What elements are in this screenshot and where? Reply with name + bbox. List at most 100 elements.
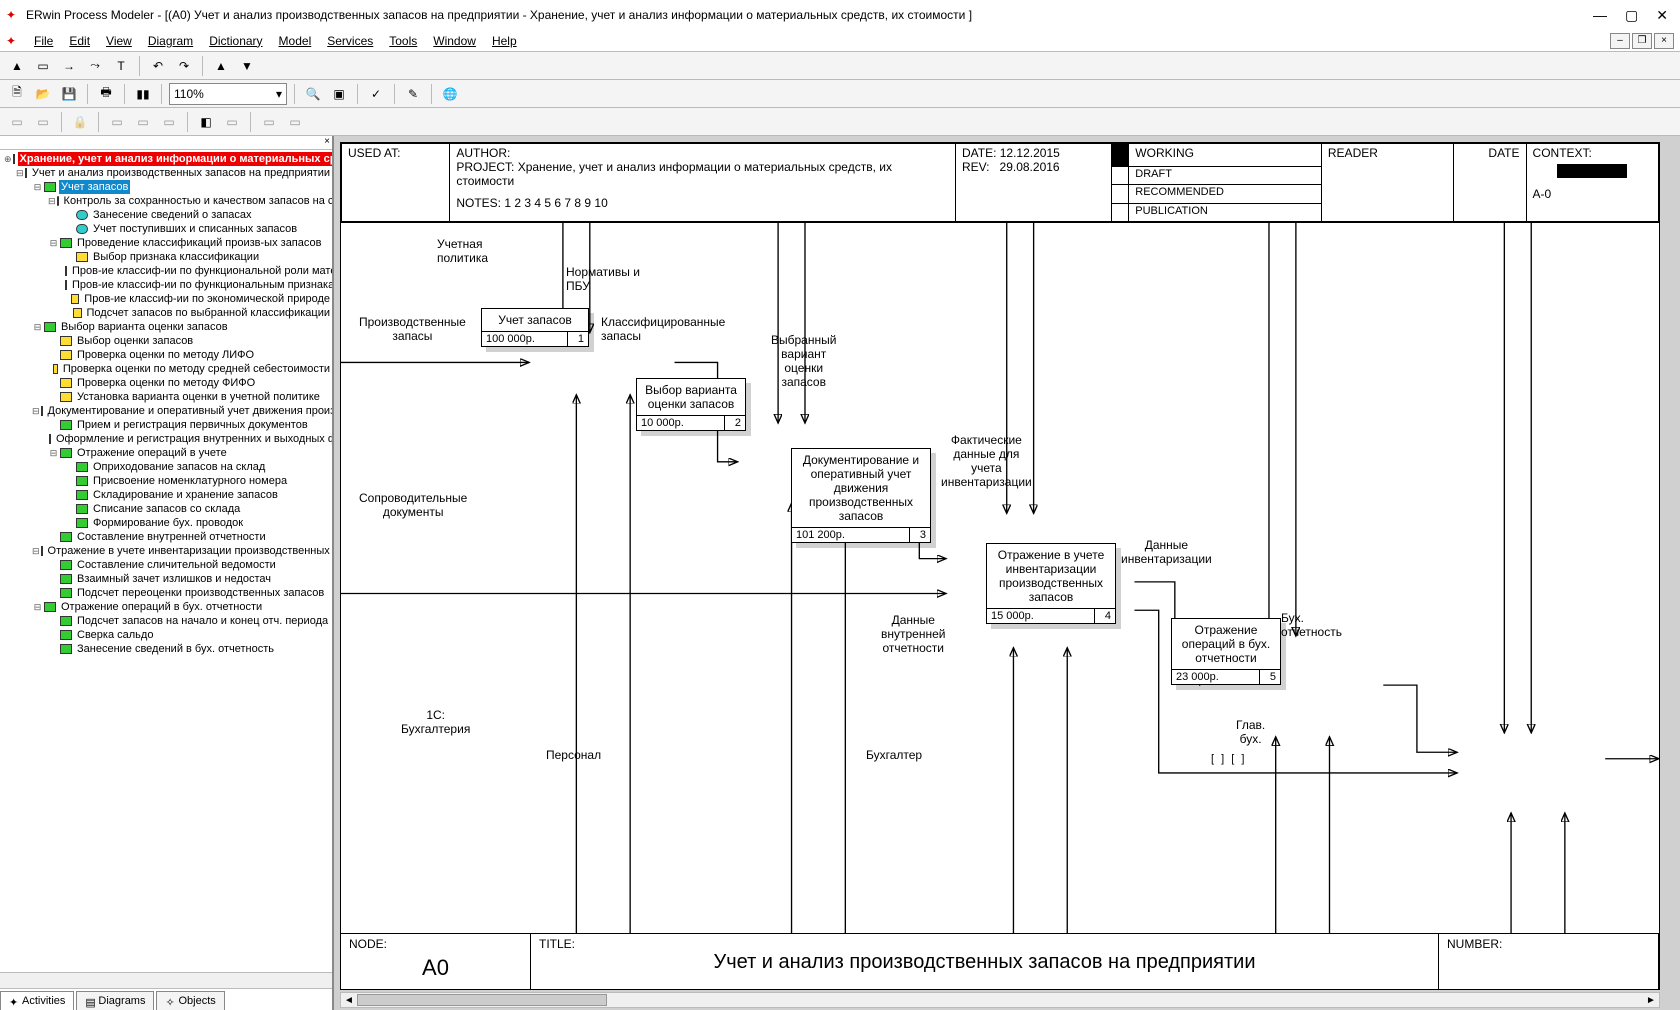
tree-item[interactable]: Выбор оценки запасов [0,334,332,348]
tree-item[interactable]: Подсчет запасов на начало и конец отч. п… [0,614,332,628]
close-button[interactable]: ✕ [1656,7,1668,24]
tree-item[interactable]: ⊟Отражение операций в бух. отчетности [0,600,332,614]
mdi-close-button[interactable]: × [1654,33,1674,49]
menu-tools[interactable]: Tools [381,32,425,50]
tree-item[interactable]: ⊟Проведение классификаций произв-ых запа… [0,236,332,250]
tree-item[interactable]: Проверка оценки по методу средней себест… [0,362,332,376]
pointer-tool[interactable]: ▲ [6,55,28,77]
explorer-hscroll[interactable] [0,972,332,988]
open-button[interactable]: 📂 [32,83,54,105]
tree-item[interactable]: ⊟Учет и анализ производственных запасов … [0,166,332,180]
tree-item[interactable]: ⊟Учет запасов [0,180,332,194]
activity-box-3[interactable]: Документирование и оперативный учет движ… [791,448,931,543]
tree-item[interactable]: Оприходование запасов на склад [0,460,332,474]
tree-item[interactable]: Сверка сальдо [0,628,332,642]
minimize-button[interactable]: — [1593,7,1607,24]
menu-help[interactable]: Help [484,32,525,50]
tree-item[interactable]: Присвоение номенклатурного номера [0,474,332,488]
squiggle-tool[interactable]: ⤳ [84,55,106,77]
save-button[interactable]: 💾 [58,83,80,105]
explorer-close-button[interactable]: × [0,136,332,150]
tree-item[interactable]: ⊟Отражение операций в учете [0,446,332,460]
doc-icon: ✦ [6,34,20,48]
model-check-button[interactable]: ✓ [365,83,387,105]
activity-box-1[interactable]: Учет запасов100 000р.1 [481,308,589,347]
model-explorer: × ⊕ Хранение, учет и анализ информации о… [0,136,334,1010]
lbl-buxgalter: Бухгалтер [866,748,922,762]
tree-item[interactable]: Занесение сведений в бух. отчетность [0,642,332,656]
tb3-6: ▭ [158,111,180,133]
model-tree[interactable]: ⊕ Хранение, учет и анализ информации о м… [0,150,332,972]
tree-item[interactable]: Подсчет запасов по выбранной классификац… [0,306,332,320]
app-title: ERwin Process Modeler - [(A0) Учет и ана… [26,8,972,22]
menu-edit[interactable]: Edit [61,32,98,50]
tree-item[interactable]: Пров-ие классиф-ии по функциональным при… [0,278,332,292]
maximize-button[interactable]: ▢ [1625,7,1638,24]
nav-up-button[interactable]: ▲ [210,55,232,77]
mdi-minimize-button[interactable]: – [1610,33,1630,49]
tree-item[interactable]: ⊟Документирование и оперативный учет дви… [0,404,332,418]
idef-footer: NODE: A0 TITLE: Учет и анализ производст… [341,933,1659,989]
tree-item[interactable]: Составление сличительной ведомости [0,558,332,572]
lbl-personal: Персонал [546,748,601,762]
menu-diagram[interactable]: Diagram [140,32,201,50]
tree-item[interactable]: Проверка оценки по методу ФИФО [0,376,332,390]
mdi-restore-button[interactable]: ❐ [1632,33,1652,49]
tree-item[interactable]: Составление внутренней отчетности [0,530,332,544]
menu-dictionary[interactable]: Dictionary [201,32,270,50]
menu-view[interactable]: View [98,32,140,50]
tree-item[interactable]: ⊟Отражение в учете инвентаризации произв… [0,544,332,558]
new-button[interactable]: 🗎 [6,83,28,105]
canvas-hscroll[interactable]: ◄► [340,992,1660,1008]
diagram-canvas[interactable]: USED AT: AUTHOR: PROJECT: Хранение, учет… [340,142,1660,990]
idef-header: USED AT: AUTHOR: PROJECT: Хранение, учет… [341,143,1659,223]
zoom-tool[interactable]: 🔍 [302,83,324,105]
tunnel-marks: [ ] [ ] [1211,753,1246,765]
spell-button[interactable]: ✎ [402,83,424,105]
tree-item[interactable]: Пров-ие классиф-ии по экономической прир… [0,292,332,306]
menu-window[interactable]: Window [425,32,484,50]
globe-button[interactable]: 🌐 [439,83,461,105]
tab-activities[interactable]: ✦Activities [0,991,74,1010]
tree-item[interactable]: Подсчет переоценки производственных запа… [0,586,332,600]
report-button[interactable]: ▮▮ [132,83,154,105]
text-tool[interactable]: T [110,55,132,77]
app-icon: ✦ [6,8,20,22]
activity-box-5[interactable]: Отражение операций в бух. отчетности23 0… [1171,618,1281,685]
tree-item[interactable]: Взаимный зачет излишков и недостач [0,572,332,586]
tree-item[interactable]: Занесение сведений о запасах [0,208,332,222]
tree-root[interactable]: Хранение, учет и анализ информации о мат… [18,152,332,166]
tab-objects[interactable]: ✧Objects [156,991,224,1010]
tree-item[interactable]: Выбор признака классификации [0,250,332,264]
activity-box-2[interactable]: Выбор варианта оценки запасов10 000р.2 [636,378,746,431]
tree-item[interactable]: Учет поступивших и списанных запасов [0,222,332,236]
lbl-soprov: Сопроводительные документы [359,491,467,519]
menu-services[interactable]: Services [319,32,381,50]
arrow-tool[interactable]: → [58,55,80,77]
tree-item[interactable]: Установка варианта оценки в учетной поли… [0,390,332,404]
tb3-7[interactable]: ◧ [195,111,217,133]
tree-item[interactable]: ⊟Контроль за сохранностью и качеством за… [0,194,332,208]
tab-diagrams[interactable]: ▤Diagrams [76,991,154,1010]
context-mark [1557,164,1627,178]
redo-button[interactable]: ↷ [173,55,195,77]
undo-button[interactable]: ↶ [147,55,169,77]
idef-diagram[interactable]: Учетная политика Нормативы и ПБУ Произво… [341,223,1659,933]
menu-model[interactable]: Model [271,32,320,50]
tree-item[interactable]: Списание запасов со склада [0,502,332,516]
tree-item[interactable]: Проверка оценки по методу ЛИФО [0,348,332,362]
tree-item[interactable]: Оформление и регистрация внутренних и вы… [0,432,332,446]
activity-box-4[interactable]: Отражение в учете инвентаризации произво… [986,543,1116,624]
menu-file[interactable]: File [26,32,61,50]
zoom-select[interactable]: 110%▾ [169,83,287,105]
activity-tool[interactable]: ▭ [32,55,54,77]
tree-item[interactable]: Прием и регистрация первичных документов [0,418,332,432]
nav-down-button[interactable]: ▼ [236,55,258,77]
print-button[interactable]: 🖶 [95,83,117,105]
zoom-fit-button[interactable]: ▣ [328,83,350,105]
tree-item[interactable]: Пров-ие классиф-ии по функциональной рол… [0,264,332,278]
tree-item[interactable]: Складирование и хранение запасов [0,488,332,502]
tree-item[interactable]: Формирование бух. проводок [0,516,332,530]
tree-item[interactable]: ⊟Выбор варианта оценки запасов [0,320,332,334]
tb3-4: ▭ [106,111,128,133]
